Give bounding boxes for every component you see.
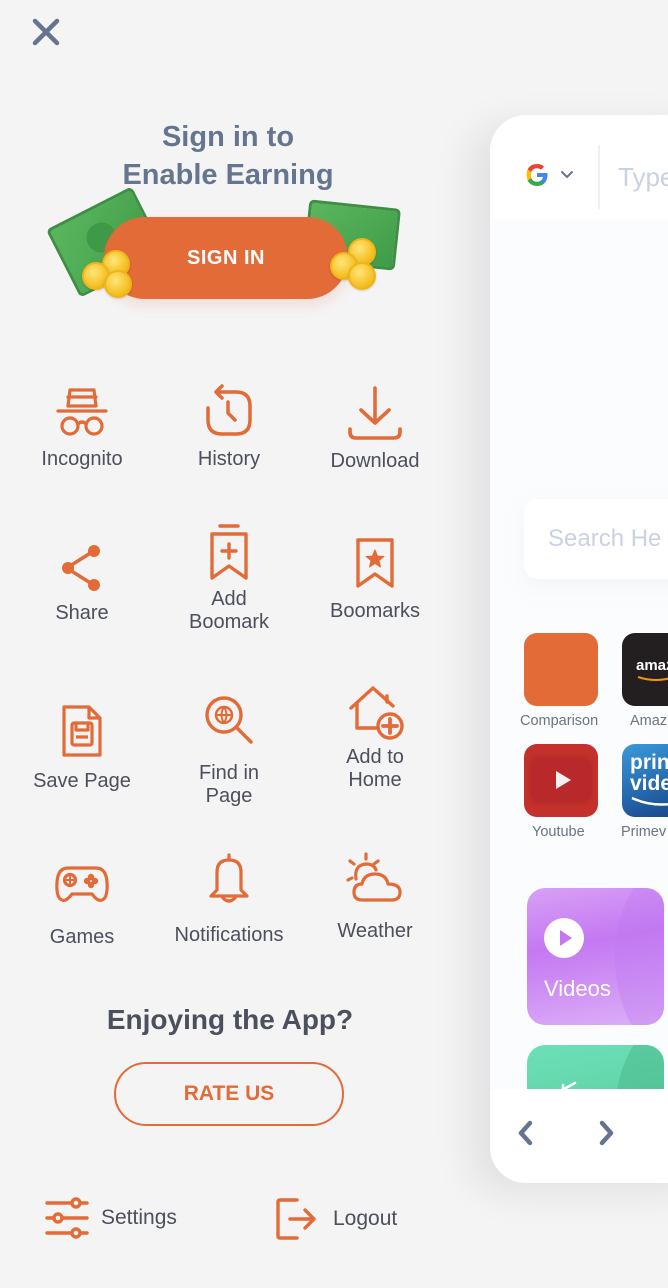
- signin-area: SIGN IN: [45, 186, 410, 310]
- save-page-icon: [62, 705, 102, 757]
- logout-label: Logout: [333, 1207, 398, 1230]
- play-circle-icon: [544, 918, 584, 958]
- shortcut-label: Comparison: [520, 713, 599, 729]
- settings-label: Settings: [101, 1206, 177, 1229]
- menu-item-add-to-home[interactable]: Add to Home: [305, 684, 445, 792]
- address-input[interactable]: Type: [618, 162, 668, 193]
- menu-item-bookmarks[interactable]: Boomarks: [305, 536, 445, 623]
- shortcut-comparison[interactable]: [524, 633, 598, 706]
- menu-item-incognito[interactable]: Incognito: [12, 384, 152, 471]
- shortcut-label: Primev: [621, 824, 667, 840]
- shortcut-amazon[interactable]: amaz: [622, 633, 668, 706]
- search-box[interactable]: Search He: [524, 499, 668, 579]
- menu-item-add-bookmark[interactable]: Add Boomark: [159, 522, 299, 634]
- menu-item-history[interactable]: History: [159, 384, 299, 471]
- share-icon: [62, 545, 100, 591]
- find-in-page-icon: [205, 696, 253, 744]
- menu-item-weather[interactable]: Weather: [305, 852, 445, 943]
- close-button[interactable]: [28, 14, 64, 50]
- chevron-left-icon: [518, 1120, 533, 1146]
- sign-in-button[interactable]: SIGN IN: [104, 217, 348, 299]
- browser-preview[interactable]: Type Search He Comparison amaz Amaz Yout…: [490, 115, 668, 1183]
- amazon-logo-text: amaz: [636, 657, 668, 674]
- shortcut-primevideo[interactable]: prin vide: [622, 744, 668, 817]
- coin-icon: [348, 262, 376, 290]
- menu-item-find-in-page[interactable]: Find in Page: [159, 694, 299, 808]
- history-icon: [206, 384, 252, 436]
- add-to-home-icon: [349, 686, 404, 740]
- signin-title-line1: Sign in to: [161, 121, 295, 153]
- settings-link[interactable]: Settings: [45, 1197, 177, 1239]
- rate-us-button[interactable]: RATE US: [114, 1062, 344, 1126]
- shortcut-label: Youtube: [532, 824, 585, 840]
- chevron-right-icon: [599, 1120, 614, 1146]
- settings-sliders-icon: [45, 1197, 89, 1239]
- search-engine-selector[interactable]: [524, 162, 574, 188]
- download-icon: [348, 386, 402, 440]
- menu-item-notifications[interactable]: Notifications: [159, 852, 299, 947]
- weather-icon: [346, 852, 402, 902]
- logout-icon: [276, 1198, 316, 1240]
- search-placeholder: Search He: [548, 525, 662, 552]
- coin-icon: [104, 270, 132, 298]
- forward-button[interactable]: [594, 1119, 618, 1152]
- signin-title: Sign in to Enable Earning: [0, 118, 456, 194]
- address-bar: Type: [490, 115, 668, 219]
- menu-item-games[interactable]: Games: [12, 864, 152, 949]
- add-bookmark-icon: [210, 524, 248, 580]
- chevron-down-icon: [561, 171, 573, 179]
- menu-item-download[interactable]: Download: [305, 384, 445, 473]
- card-label: Videos: [544, 976, 611, 1001]
- category-card-videos[interactable]: Videos: [527, 888, 664, 1025]
- close-icon: [32, 18, 60, 46]
- prime-smile-icon: [631, 796, 668, 806]
- address-divider: [598, 145, 600, 209]
- logout-link[interactable]: Logout: [275, 1197, 397, 1241]
- bookmarks-icon: [356, 538, 394, 588]
- back-button[interactable]: [514, 1119, 538, 1152]
- menu-item-share[interactable]: Share: [12, 544, 152, 625]
- incognito-icon: [56, 388, 108, 436]
- google-logo-icon: [526, 164, 548, 186]
- play-icon: [556, 771, 571, 789]
- enjoying-app-title: Enjoying the App?: [106, 1004, 354, 1035]
- amazon-smile-icon: [637, 676, 668, 681]
- signin-title-line2: Enable Earning: [122, 159, 334, 191]
- primevideo-logo-text: prin vide: [630, 751, 668, 795]
- shortcut-youtube[interactable]: [524, 744, 598, 817]
- gamepad-icon: [55, 866, 109, 902]
- shortcut-label: Amaz: [630, 713, 668, 729]
- bottom-nav-bar: [490, 1089, 668, 1183]
- bell-icon: [209, 853, 249, 903]
- menu-item-save-page[interactable]: Save Page: [12, 704, 152, 793]
